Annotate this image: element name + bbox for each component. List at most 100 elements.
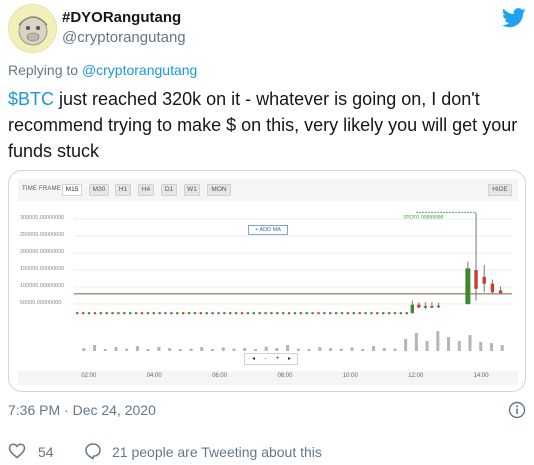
flat-candle — [134, 312, 138, 315]
flat-candle — [146, 312, 150, 315]
volume-bar — [425, 341, 429, 351]
flat-candle — [164, 312, 167, 315]
timeframe-d1: D1 — [161, 184, 177, 196]
volume-bar — [125, 348, 129, 351]
volume-bar — [103, 349, 107, 351]
x-tick-label: 08:00 — [277, 373, 293, 379]
flat-candle — [376, 312, 379, 315]
volume-bar — [447, 337, 451, 351]
volume-bar — [307, 349, 311, 351]
y-tick-label: 100000.00000000 — [20, 283, 65, 290]
x-tick-label: 06:00 — [212, 373, 228, 379]
timeframe-w1: W1 — [184, 184, 200, 196]
x-tick-label: 02:00 — [81, 373, 97, 379]
cashtag-link[interactable]: $BTC — [8, 89, 54, 109]
nav-right-button: ▸ — [287, 356, 291, 362]
display-name[interactable]: #DYORangutang — [62, 9, 181, 26]
flat-candle — [329, 312, 332, 315]
tweet-text: $BTC just reached 320k on it - whatever … — [8, 86, 518, 164]
flat-candle — [152, 312, 155, 315]
volume-bar — [393, 348, 397, 351]
media-card[interactable]: TIME FRAME M15 M30 H1 H4 D1 W1 MON HIDE … — [8, 170, 526, 392]
volume-bar — [361, 349, 365, 351]
flat-candle — [364, 312, 367, 315]
flat-candle — [129, 312, 132, 315]
volume-bar — [350, 347, 354, 351]
flat-candle — [76, 312, 79, 315]
flat-candle — [181, 312, 185, 315]
candle-body — [436, 305, 441, 308]
candle-body — [482, 276, 486, 284]
volume-bar — [296, 348, 300, 351]
volume-bar — [404, 339, 408, 351]
zoom-in-button: + — [275, 356, 280, 362]
like-count: 54 — [38, 444, 54, 460]
flat-candle — [334, 312, 338, 315]
volume-bar — [436, 331, 440, 351]
volume-bar — [114, 347, 118, 351]
chart-screenshot: TIME FRAME M15 M30 H1 H4 D1 W1 MON HIDE … — [18, 179, 518, 385]
y-tick-label: 300000.00000000 — [20, 215, 65, 222]
tweeting-about-link[interactable]: 21 people are Tweeting about this — [112, 444, 322, 460]
flat-candle — [105, 312, 108, 315]
flat-candle — [111, 312, 114, 315]
flat-candle — [199, 312, 203, 315]
heart-icon[interactable] — [8, 442, 26, 460]
avatar[interactable] — [8, 4, 57, 53]
volume-bar — [157, 347, 161, 351]
flat-candle — [264, 312, 267, 315]
volume-bar — [189, 348, 193, 351]
volume-bar — [243, 348, 247, 351]
flat-candle — [223, 312, 226, 315]
replying-prefix: Replying to — [8, 62, 79, 78]
timeframe-label: TIME FRAME — [22, 186, 61, 192]
flat-candle — [170, 312, 173, 315]
flat-candle — [217, 312, 220, 315]
volume-bar — [264, 346, 268, 351]
flat-candle — [252, 312, 255, 315]
timeframe-m30: M30 — [89, 184, 109, 196]
twitter-bird-icon[interactable] — [502, 8, 526, 28]
volume-bar — [168, 348, 172, 351]
flat-candle — [370, 312, 373, 315]
volume-bar — [286, 345, 290, 351]
candle-body — [423, 306, 428, 308]
volume-bar — [318, 347, 322, 351]
flat-candle — [287, 312, 291, 315]
info-icon[interactable] — [508, 401, 526, 419]
flat-candle — [193, 312, 197, 315]
volume-bar — [178, 349, 182, 351]
flat-candle — [240, 312, 244, 315]
reply-bubble-icon[interactable] — [84, 442, 102, 460]
timeframe-m15: M15 — [62, 184, 82, 196]
flat-candle — [229, 312, 232, 315]
volume-bar — [371, 346, 375, 351]
tweet-timestamp[interactable]: 7:36 PM · Dec 24, 2020 — [8, 402, 156, 418]
flat-candle — [87, 312, 91, 315]
volume-bar — [468, 335, 472, 351]
tweet-date: Dec 24, 2020 — [72, 402, 156, 418]
volume-bar — [211, 349, 215, 351]
user-handle[interactable]: @cryptorangutang — [62, 29, 186, 46]
flat-candle — [299, 312, 303, 315]
flat-candle — [99, 312, 103, 315]
flat-candle — [387, 312, 391, 315]
replying-to-link[interactable]: @cryptorangutang — [82, 62, 197, 78]
y-tick-label: 200000.00000000 — [20, 249, 65, 256]
flat-candle — [258, 312, 261, 315]
flat-candle — [382, 312, 385, 315]
tweet-header: #DYORangutang @cryptorangutang — [8, 4, 526, 56]
flat-candle — [358, 312, 361, 315]
flat-candle — [276, 312, 279, 315]
volume-bar — [414, 333, 418, 351]
volume-bar — [221, 347, 225, 351]
candle-body — [490, 283, 495, 293]
flat-candle — [393, 312, 397, 315]
candle-body — [465, 268, 471, 305]
x-tick-label: 14:00 — [473, 373, 489, 379]
candle-body — [410, 304, 415, 314]
candle-body — [417, 304, 421, 308]
volume-bar — [275, 348, 279, 351]
volume-bar — [146, 349, 150, 351]
volume-bar — [489, 343, 493, 351]
